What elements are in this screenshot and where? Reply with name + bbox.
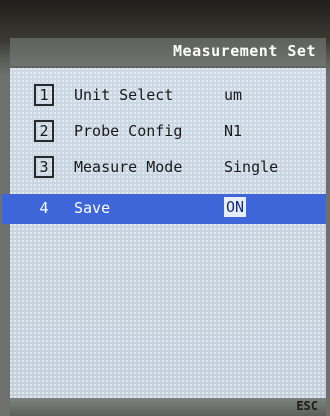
title-bar: Measurement Set xyxy=(10,38,326,66)
menu-item-number: 1 xyxy=(34,84,54,106)
device-display: Measurement Set 1 Unit Select um 2 Probe… xyxy=(0,0,330,416)
menu-item-value: N1 xyxy=(224,122,243,140)
menu-screen: 1 Unit Select um 2 Probe Config N1 3 Mea… xyxy=(2,68,326,398)
menu-item-value: Single xyxy=(224,158,279,176)
menu-item-save[interactable]: 4 Save ON xyxy=(2,194,326,224)
softkey-bar: ESC xyxy=(10,398,326,416)
menu-item-probe-config[interactable]: 2 Probe Config N1 xyxy=(10,116,326,148)
save-toggle-value[interactable]: ON xyxy=(224,197,247,217)
menu-item-label: Save xyxy=(74,199,111,217)
menu-item-number: 3 xyxy=(34,156,54,178)
esc-softkey[interactable]: ESC xyxy=(296,399,318,413)
page-title: Measurement Set xyxy=(173,42,316,60)
menu-item-number: 2 xyxy=(34,120,54,142)
menu-item-measure-mode[interactable]: 3 Measure Mode Single xyxy=(10,152,326,184)
menu-item-value: um xyxy=(224,86,243,104)
menu-item-label: Measure Mode xyxy=(74,158,183,176)
menu-item-label: Unit Select xyxy=(74,86,174,104)
menu-item-label: Probe Config xyxy=(74,122,183,140)
menu-item-unit-select[interactable]: 1 Unit Select um xyxy=(10,80,326,112)
menu-item-number: 4 xyxy=(39,199,49,217)
